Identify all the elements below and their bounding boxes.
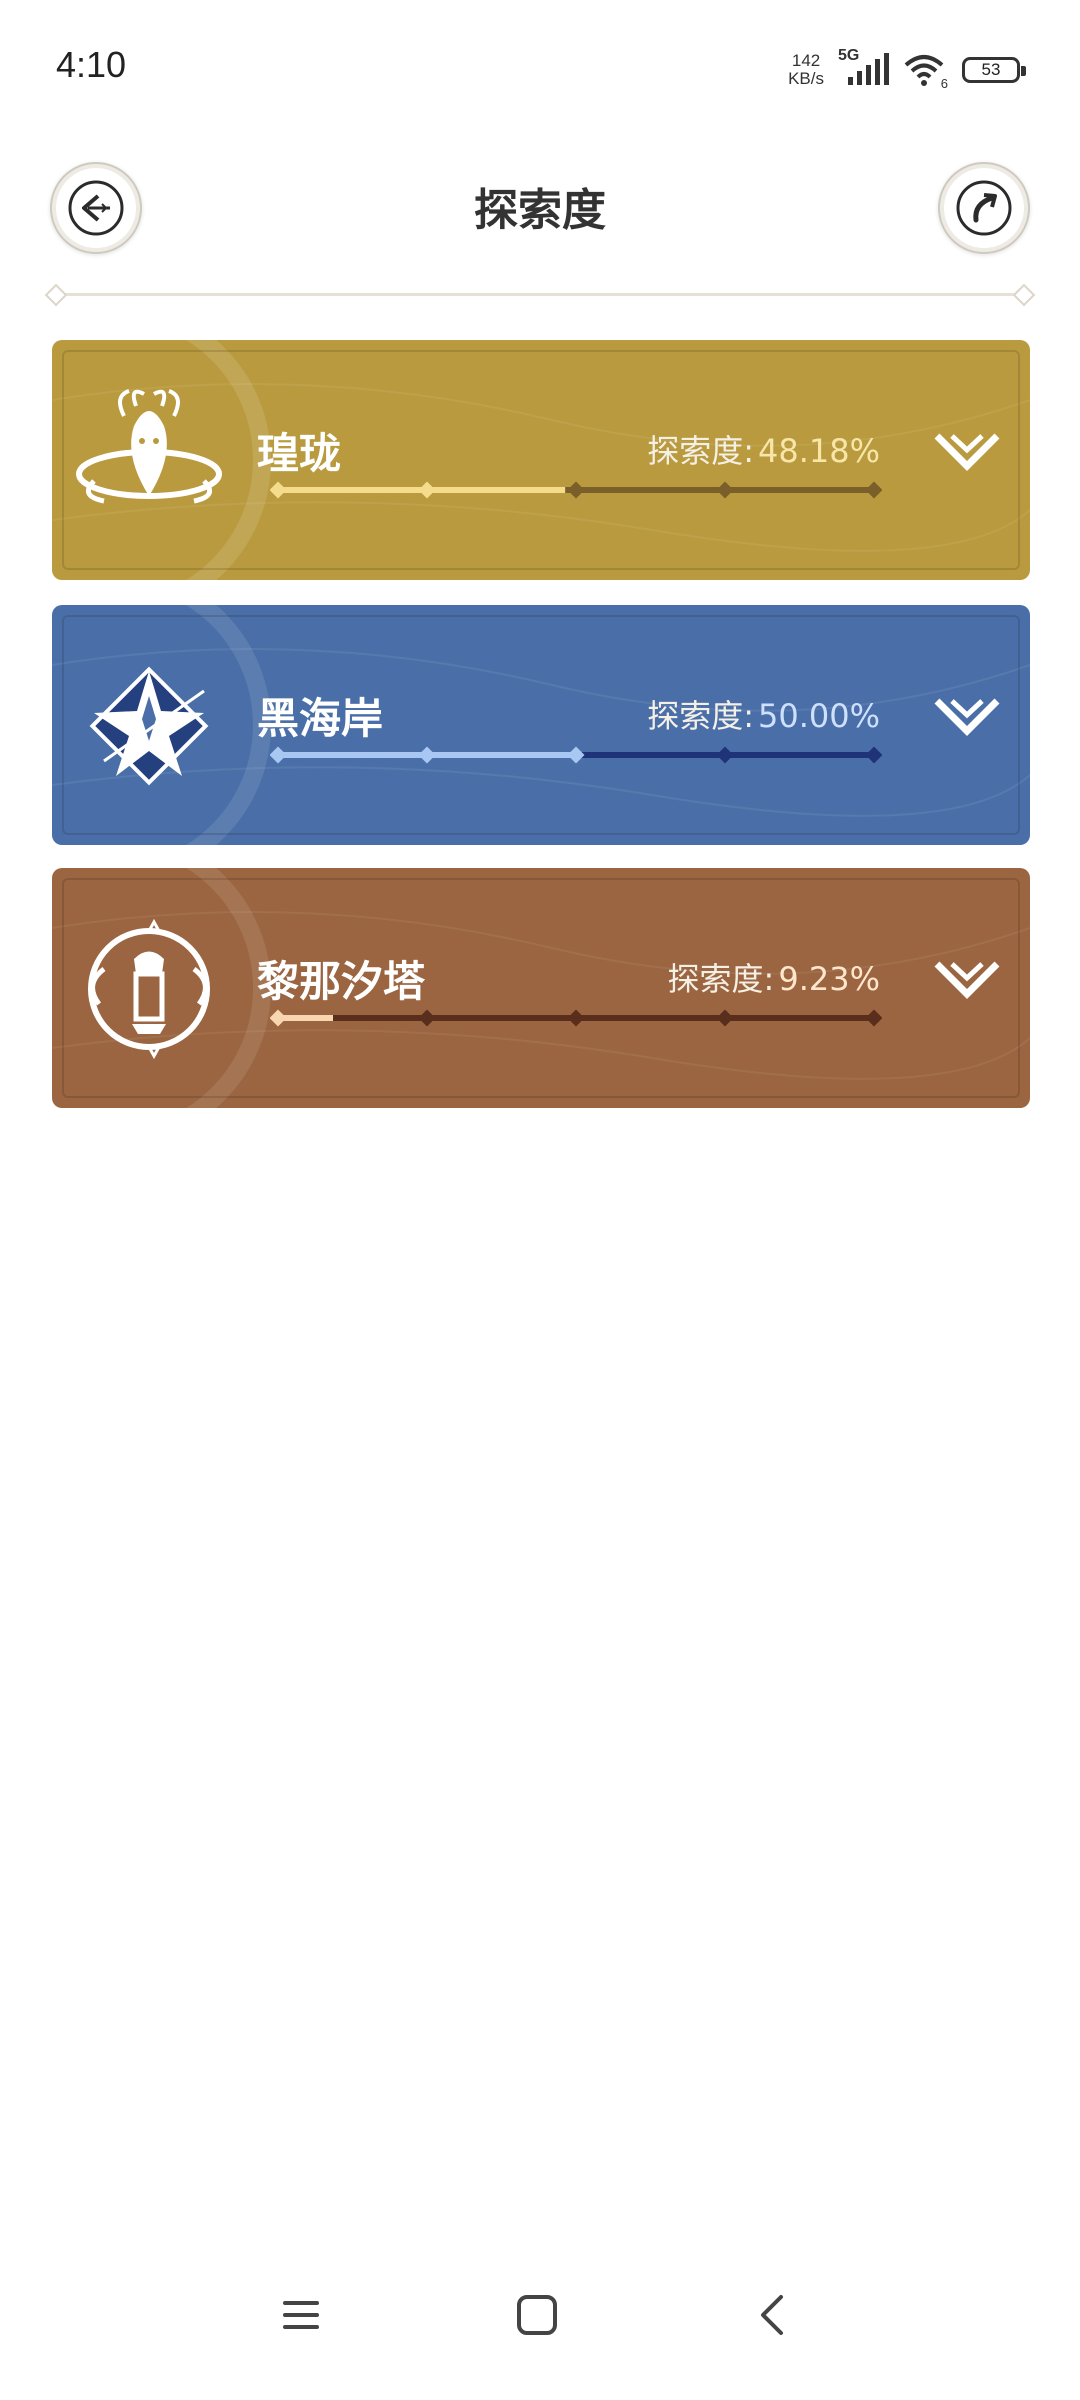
- exploration-progress: 探索度: 50.00%: [647, 691, 880, 737]
- exploration-progress: 探索度: 48.18%: [647, 426, 880, 472]
- progress-track: [270, 1009, 882, 1027]
- progress-milestone-marker: [418, 481, 436, 499]
- progress-milestone-marker: [270, 1009, 287, 1027]
- progress-percent: 48.18%: [757, 432, 880, 470]
- page-title: 探索度: [474, 185, 606, 236]
- progress-label: 探索度:: [647, 697, 754, 735]
- progress-milestone-marker: [567, 1009, 585, 1027]
- region-card-black-shores[interactable]: 黑海岸 探索度: 50.00%: [52, 605, 1030, 845]
- menu-icon: [283, 2301, 319, 2329]
- progress-milestone-marker: [567, 746, 585, 764]
- region-name: 黎那汐塔: [257, 957, 426, 1006]
- progress-percent: 50.00%: [757, 697, 880, 735]
- cellular-signal-icon: 5G: [838, 47, 890, 87]
- progress-milestone-marker: [716, 746, 734, 764]
- exploration-progress: 探索度: 9.23%: [668, 954, 880, 1000]
- divider-ornament: [1012, 283, 1036, 307]
- header-divider: [56, 293, 1024, 296]
- home-button[interactable]: [502, 2280, 572, 2350]
- status-time: 4:10: [56, 44, 127, 85]
- star-crystal-emblem-icon: [89, 666, 209, 786]
- network-speed-value: 142: [791, 51, 821, 70]
- progress-milestone-marker: [865, 481, 882, 499]
- region-name: 瑝珑: [257, 429, 342, 478]
- share-arrow-icon: [956, 180, 1012, 236]
- tower-emblem-icon: [88, 918, 210, 1060]
- system-nav-bar: [0, 2250, 1080, 2400]
- expand-chevron-icon[interactable]: [932, 428, 1002, 478]
- divider-ornament: [44, 283, 68, 307]
- dragon-emblem-icon: [76, 389, 222, 504]
- status-icons: 142 KB/s 5G 6 53: [788, 47, 1026, 91]
- progress-track: [270, 746, 882, 764]
- wifi-icon: 6: [904, 53, 948, 91]
- progress-milestone-marker: [567, 481, 585, 499]
- status-bar: 4:10 142 KB/s 5G 6 53: [0, 0, 1080, 140]
- progress-milestone-marker: [716, 1009, 734, 1027]
- network-speed: 142 KB/s: [788, 52, 824, 88]
- region-card-huanglong[interactable]: 瑝珑 探索度: 48.18%: [52, 340, 1030, 580]
- region-card-rinascita[interactable]: 黎那汐塔 探索度: 9.23%: [52, 868, 1030, 1108]
- network-speed-unit: KB/s: [788, 69, 824, 88]
- progress-milestone-marker: [270, 746, 287, 764]
- progress-percent: 9.23%: [778, 960, 880, 998]
- progress-milestone-marker: [418, 746, 436, 764]
- progress-milestone-marker: [418, 1009, 436, 1027]
- back-icon: [761, 2295, 783, 2335]
- wifi-level: 6: [940, 76, 948, 91]
- progress-milestone-marker: [865, 1009, 882, 1027]
- share-button[interactable]: [938, 162, 1030, 254]
- expand-chevron-icon[interactable]: [932, 956, 1002, 1006]
- progress-label: 探索度:: [667, 960, 775, 998]
- progress-milestone-marker: [716, 481, 734, 499]
- progress-milestone-marker: [270, 481, 287, 499]
- home-icon: [517, 2295, 557, 2335]
- region-name: 黑海岸: [257, 694, 384, 743]
- progress-milestone-marker: [865, 746, 882, 764]
- battery-level: 53: [981, 60, 1001, 79]
- battery-icon: 53: [962, 57, 1026, 83]
- recent-apps-button[interactable]: [266, 2280, 336, 2350]
- progress-track: [270, 481, 882, 499]
- progress-label: 探索度:: [647, 432, 754, 470]
- expand-chevron-icon[interactable]: [932, 693, 1002, 743]
- system-back-button[interactable]: [738, 2280, 808, 2350]
